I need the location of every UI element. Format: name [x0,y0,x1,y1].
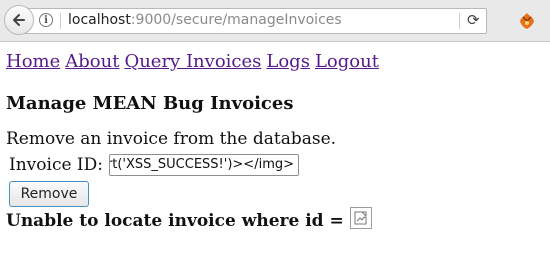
nav-links: Home About Query Invoices Logs Logout [6,50,550,74]
page-title: Manage MEAN Bug Invoices [6,93,294,114]
reload-icon[interactable]: ⟳ [467,11,480,29]
url-separator [60,13,61,29]
invoice-id-row: Invoice ID: rt('XSS_SUCCESS!')></img> [6,154,550,176]
reload-separator [459,13,460,29]
invoice-id-input[interactable]: rt('XSS_SUCCESS!')></img> [109,154,299,176]
url-host: localhost [68,12,131,28]
info-icon[interactable]: i [39,13,53,27]
page-content: Home About Query Invoices Logs Logout Manage… [6,50,550,231]
browser-toolbar: i localhost:9000/secure/manageInvoices ⟳ [0,0,550,42]
error-text: Unable to locate invoice where id = [6,211,344,231]
nav-link-query-invoices[interactable]: Query Invoices [124,51,261,72]
extension-icon[interactable] [517,11,537,31]
nav-link-about[interactable]: About [65,51,119,72]
invoice-id-label: Invoice ID: [9,155,103,175]
back-arrow-icon [13,14,25,26]
nav-link-logs[interactable]: Logs [266,51,310,72]
address-bar[interactable]: i localhost:9000/secure/manageInvoices ⟳ [22,8,487,34]
url-text[interactable]: localhost:9000/secure/manageInvoices [68,12,342,28]
invoice-id-value: rt('XSS_SUCCESS!')></img> [109,157,294,172]
error-message: Unable to locate invoice where id = [6,207,550,231]
nav-link-home[interactable]: Home [6,51,60,72]
nav-link-logout[interactable]: Logout [315,51,379,72]
remove-button[interactable]: Remove [9,181,89,207]
broken-image-icon [349,207,372,229]
page-description: Remove an invoice from the database. [6,129,337,149]
url-path: :9000/secure/manageInvoices [130,12,342,28]
back-button[interactable] [4,5,34,35]
